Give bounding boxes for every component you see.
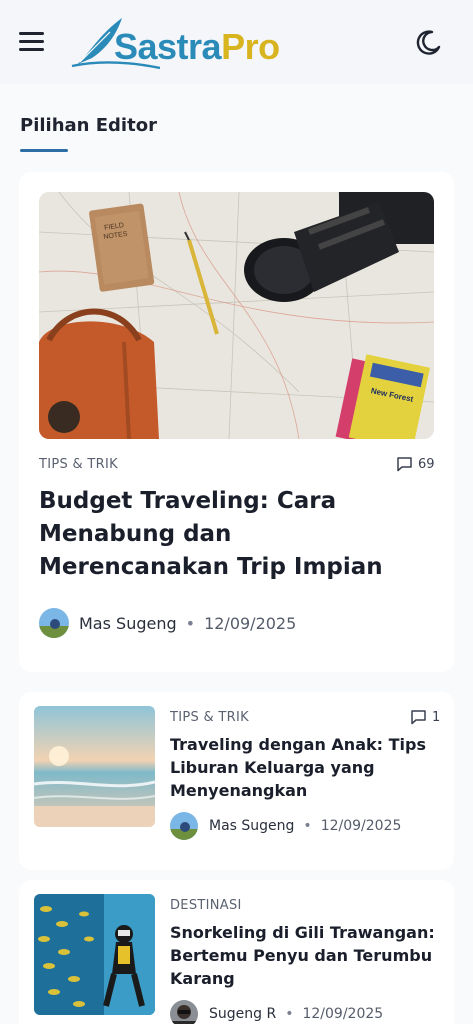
- moon-icon[interactable]: [413, 28, 443, 58]
- featured-article-card[interactable]: FIELD NOTES New Forest TIPS & TRIK 69 Bu…: [19, 172, 454, 672]
- article-title[interactable]: Budget Traveling: Cara Menabung dan Mere…: [39, 485, 429, 584]
- comment-count-value: 1: [432, 709, 441, 725]
- comment-count[interactable]: 1: [410, 709, 440, 725]
- comment-count[interactable]: 69: [396, 456, 435, 472]
- hamburger-menu-icon[interactable]: [19, 30, 45, 54]
- article-category[interactable]: TIPS & TRIK: [39, 457, 118, 472]
- comment-count-value: 69: [418, 456, 435, 472]
- article-thumbnail[interactable]: [34, 706, 155, 827]
- article-category[interactable]: TIPS & TRIK: [170, 710, 249, 725]
- article-card[interactable]: DESTINASI Snorkeling di Gili Trawangan: …: [19, 880, 454, 1024]
- section-title: Pilihan Editor: [20, 115, 157, 136]
- article-meta: Mas Sugeng • 12/09/2025: [170, 812, 401, 840]
- logo-part-pro: Pro: [221, 26, 280, 67]
- author-name[interactable]: Sugeng R: [209, 1006, 276, 1022]
- article-thumbnail[interactable]: [34, 894, 155, 1015]
- author-avatar[interactable]: [170, 812, 198, 840]
- comment-icon: [397, 457, 412, 472]
- app-header: SastraPro: [0, 0, 473, 84]
- logo-wordmark: SastraPro: [114, 26, 280, 68]
- article-title[interactable]: Snorkeling di Gili Trawangan: Bertemu Pe…: [170, 921, 440, 990]
- author-avatar[interactable]: [39, 608, 69, 638]
- meta-separator: •: [285, 1006, 294, 1022]
- article-meta: Sugeng R • 12/09/2025: [170, 1000, 383, 1024]
- meta-separator: •: [185, 613, 196, 633]
- author-avatar[interactable]: [170, 1000, 198, 1024]
- article-meta: Mas Sugeng • 12/09/2025: [39, 608, 296, 638]
- article-title[interactable]: Traveling dengan Anak: Tips Liburan Kelu…: [170, 733, 440, 802]
- site-logo[interactable]: SastraPro: [70, 12, 320, 72]
- publish-date: 12/09/2025: [320, 818, 402, 834]
- publish-date: 12/09/2025: [204, 613, 297, 633]
- publish-date: 12/09/2025: [302, 1006, 384, 1022]
- article-category[interactable]: DESTINASI: [170, 898, 242, 913]
- meta-separator: •: [303, 818, 312, 834]
- main-content: Pilihan Editor FIELD NOTES New Forest TI…: [0, 84, 473, 1024]
- article-card[interactable]: TIPS & TRIK 1 Traveling dengan Anak: Tip…: [19, 692, 454, 870]
- author-name[interactable]: Mas Sugeng: [79, 614, 177, 633]
- comment-icon: [411, 710, 426, 725]
- featured-article-image[interactable]: FIELD NOTES New Forest: [39, 192, 434, 439]
- section-underline: [20, 149, 68, 152]
- author-name[interactable]: Mas Sugeng: [209, 818, 294, 834]
- logo-part-sastra: Sastra: [114, 26, 222, 67]
